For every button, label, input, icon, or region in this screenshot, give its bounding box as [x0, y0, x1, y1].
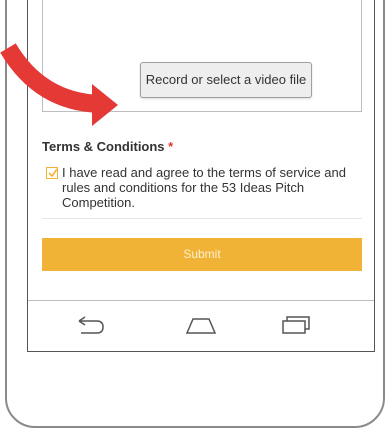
submit-button[interactable]: Submit	[42, 238, 362, 271]
terms-text: I have read and agree to the terms of se…	[62, 165, 347, 210]
checkmark-icon	[48, 168, 58, 178]
home-icon[interactable]	[183, 313, 219, 337]
android-nav-bar	[28, 300, 374, 351]
required-mark: *	[168, 139, 174, 154]
recents-icon[interactable]	[280, 313, 312, 337]
terms-checkbox[interactable]	[46, 167, 58, 179]
record-video-button[interactable]: Record or select a video file	[140, 62, 312, 98]
divider	[42, 218, 362, 219]
terms-title: Terms & Conditions	[42, 139, 165, 154]
pointer-arrow-icon	[0, 43, 118, 126]
terms-heading: Terms & Conditions *	[42, 139, 173, 154]
back-icon[interactable]	[73, 313, 107, 337]
